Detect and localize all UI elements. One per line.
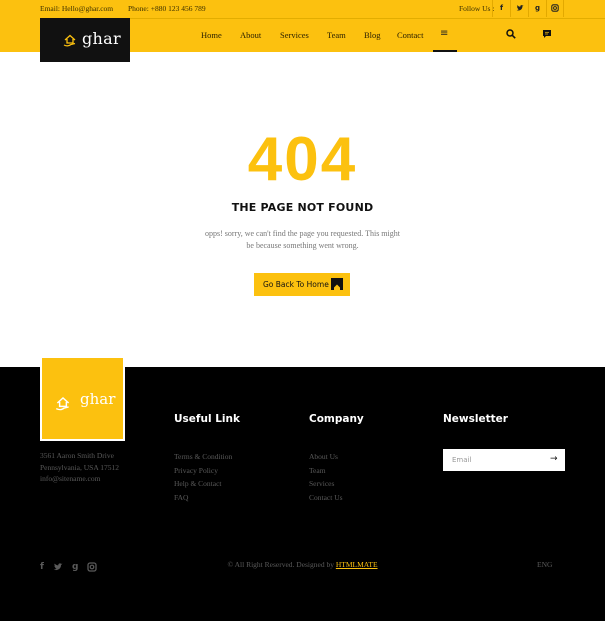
email-placeholder: Email	[452, 456, 472, 464]
language-selector[interactable]: ENG	[537, 560, 552, 569]
address-line: Pennsylvania, USA 17512	[40, 462, 119, 472]
chat-icon[interactable]	[542, 29, 552, 39]
search-icon[interactable]	[506, 29, 516, 39]
home-icon	[331, 278, 343, 290]
topbar-phone[interactable]: Phone: +880 123 456 789	[128, 4, 206, 13]
footer-link-privacy[interactable]: Privacy Policy	[174, 464, 232, 478]
error-description-line: be because something went wrong.	[246, 241, 359, 250]
topbar: Email: Hello@ghar.com Phone: +880 123 45…	[0, 0, 605, 19]
error-code: 404	[247, 125, 358, 194]
nav-home[interactable]: Home	[201, 30, 222, 40]
header-logo[interactable]: ghar	[40, 18, 130, 62]
address-line: 3561 Aaron Smith Drive	[40, 451, 114, 460]
useful-link-list: Terms & Condition Privacy Policy Help & …	[174, 450, 232, 504]
footer-link-team[interactable]: Team	[309, 464, 343, 478]
nav-blog[interactable]: Blog	[364, 30, 381, 40]
footer-link-about[interactable]: About Us	[309, 450, 343, 464]
nav-team[interactable]: Team	[327, 30, 346, 40]
nav-services[interactable]: Services	[280, 30, 309, 40]
designer-link[interactable]: HTMLMATE	[336, 560, 378, 569]
footer-link-terms[interactable]: Terms & Condition	[174, 450, 232, 464]
error-description-line: opps! sorry, we can't find the page you …	[205, 229, 400, 238]
newsletter-heading: Newsletter	[443, 413, 508, 425]
nav-about[interactable]: About	[240, 30, 261, 40]
error-title: THE PAGE NOT FOUND	[231, 201, 374, 214]
footer-logo-text: ghar	[80, 390, 116, 408]
footer-link-help[interactable]: Help & Contact	[174, 477, 232, 491]
house-hand-icon	[55, 396, 70, 411]
googleplus-icon[interactable]: g	[528, 0, 546, 17]
company-heading: Company	[309, 413, 364, 425]
arrow-right-icon[interactable]: →	[550, 454, 558, 464]
footer-address: 3561 Aaron Smith Drive Pennsylvania, USA…	[40, 450, 119, 485]
hamburger-icon[interactable]: ≡	[440, 28, 448, 39]
copyright-text: © All Right Reserved. Designed by	[227, 560, 334, 569]
nav-contact[interactable]: Contact	[397, 30, 423, 40]
house-hand-icon	[63, 34, 76, 47]
footer-email[interactable]: info@sitename.com	[40, 473, 119, 485]
active-nav-underline	[433, 50, 457, 52]
useful-link-heading: Useful Link	[174, 413, 240, 425]
twitter-icon[interactable]	[510, 0, 528, 17]
copyright: © All Right Reserved. Designed by HTMLMA…	[0, 560, 605, 569]
go-back-home-button[interactable]: Go Back To Home	[254, 273, 350, 296]
error-description: opps! sorry, we can't find the page you …	[190, 228, 415, 252]
facebook-icon[interactable]: f	[492, 0, 510, 17]
footer-link-services[interactable]: Services	[309, 477, 343, 491]
instagram-icon[interactable]	[546, 0, 564, 17]
logo-text: ghar	[82, 29, 121, 48]
newsletter-email-field[interactable]: Email →	[443, 449, 565, 471]
go-back-home-label: Go Back To Home	[263, 280, 329, 289]
footer-link-contact[interactable]: Contact Us	[309, 491, 343, 505]
footer-link-faq[interactable]: FAQ	[174, 491, 232, 505]
company-link-list: About Us Team Services Contact Us	[309, 450, 343, 504]
follow-label: Follow Us :	[459, 4, 495, 13]
footer-logo[interactable]: ghar	[40, 356, 125, 441]
header: Email: Hello@ghar.com Phone: +880 123 45…	[0, 0, 605, 62]
topbar-email[interactable]: Email: Hello@ghar.com	[40, 4, 113, 13]
